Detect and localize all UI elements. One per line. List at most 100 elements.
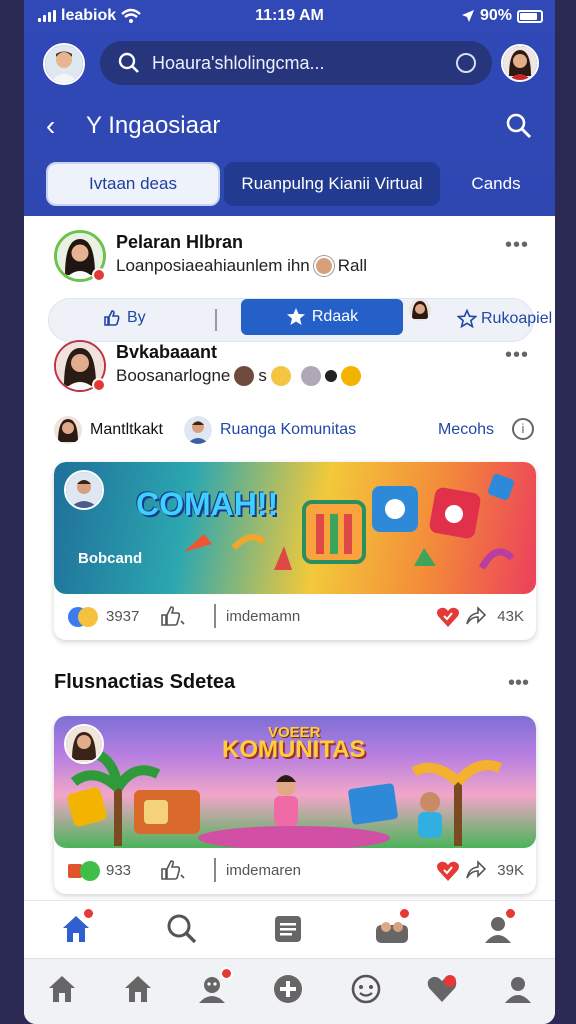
card-banner: VOEER KOMUNITAS — [54, 716, 536, 848]
nav-profile[interactable] — [478, 907, 518, 949]
community-user-name: Mantltkakt — [90, 421, 163, 438]
section-title: Flusnactias Sdetea — [54, 671, 236, 693]
heart-icon[interactable] — [436, 860, 460, 882]
like-button[interactable]: By — [103, 309, 146, 327]
post-action-bar: By Rdaak Rukoapiel — [48, 298, 552, 342]
share-label: Rukoapiel — [481, 310, 553, 327]
comments-label[interactable]: imdemamn — [226, 608, 300, 625]
thumbs-up-icon[interactable] — [160, 605, 186, 627]
post-author-name: Bvkabaaant — [116, 342, 218, 362]
notification-badge — [398, 907, 411, 920]
star-outline-icon — [457, 309, 477, 329]
reaction-count: 3937 — [106, 608, 140, 625]
nav-create[interactable] — [268, 969, 308, 1009]
more-options-icon[interactable]: ••• — [508, 672, 529, 695]
smiley-icon — [351, 974, 381, 1004]
action-separator — [215, 309, 217, 331]
nav-friends[interactable] — [192, 967, 233, 1009]
nav-feed[interactable] — [268, 909, 308, 949]
share-button[interactable]: Rukoapiel — [457, 309, 552, 329]
search-icon[interactable] — [505, 112, 533, 140]
banner-caption: Bobcand — [78, 550, 143, 567]
stats-separator — [214, 858, 216, 882]
search-icon — [118, 52, 139, 73]
post-subtitle-text: Loanposiaeahiaunlem ihn — [116, 256, 310, 275]
battery-percent: 90% — [479, 7, 512, 24]
share-count: 43K — [497, 608, 524, 625]
card-author-avatar[interactable] — [64, 470, 104, 510]
post-subtitle-extra: s — [258, 366, 267, 385]
nav-favorites[interactable] — [422, 969, 462, 1009]
share-count: 39K — [497, 862, 524, 879]
group-avatar[interactable] — [184, 416, 212, 444]
notification-badge — [82, 907, 95, 920]
list-icon — [275, 916, 301, 942]
battery-icon — [517, 9, 543, 23]
post-subtitle-text: Boosanarlogne — [116, 366, 231, 385]
nav-group[interactable] — [372, 907, 412, 949]
card-stats: 933 imdemaren 39K — [54, 848, 536, 894]
tagged-user-avatar — [270, 366, 291, 386]
tab-virtual-room[interactable]: Ruanpulng Kianii Virtual — [224, 162, 440, 206]
emoji-icon — [340, 366, 361, 386]
status-bar: leabiok 11:19 AM 90% — [24, 0, 555, 32]
store-icon — [125, 976, 151, 1002]
tab-cands[interactable]: Cands — [446, 162, 546, 206]
tagged-user-avatar — [313, 256, 334, 276]
reaction-icon — [68, 861, 100, 881]
community-card[interactable]: COMAH!! Bobcand 3937 imdemamn 43K — [54, 462, 536, 640]
profile-avatar[interactable] — [43, 43, 85, 85]
community-row: Mantltkakt Ruanga Komunitas Mecohs i — [54, 416, 534, 446]
nav-account[interactable] — [498, 969, 538, 1009]
heart-icon — [427, 975, 457, 1002]
notification-badge — [220, 967, 233, 980]
app-screen: leabiok 11:19 AM 90% ‹ — [24, 0, 555, 1024]
nav-home-2[interactable] — [42, 969, 82, 1009]
star-icon — [286, 308, 305, 325]
nav-home[interactable] — [56, 907, 96, 949]
reactor-avatar — [409, 299, 431, 321]
card-stats: 3937 imdemamn 43K — [54, 594, 536, 640]
community-card[interactable]: VOEER KOMUNITAS 933 imdemaren 39K — [54, 716, 536, 894]
community-group-link[interactable]: Ruanga Komunitas — [220, 421, 356, 439]
thumbs-up-icon[interactable] — [160, 859, 186, 881]
post-subtitle: Loanposiaeahiaunlem ihn Rall — [116, 256, 367, 276]
heart-icon[interactable] — [436, 606, 460, 628]
user-avatar[interactable] — [54, 416, 82, 444]
nav-search[interactable] — [162, 909, 202, 949]
post-author-name: Pelaran Hlbran — [116, 232, 244, 252]
banner-title: KOMUNITAS — [222, 736, 366, 763]
contact-avatar[interactable] — [501, 44, 539, 82]
card-author-avatar[interactable] — [64, 724, 104, 764]
share-icon[interactable] — [464, 605, 486, 627]
tab-ideas[interactable]: Ivtaan deas — [46, 162, 220, 206]
status-right: 90% — [461, 7, 543, 25]
app-header: leabiok 11:19 AM 90% ‹ — [24, 0, 555, 216]
banner-title: COMAH!! — [136, 486, 279, 522]
community-more-link[interactable]: Mecohs — [438, 421, 494, 439]
star-button[interactable]: Rdaak — [241, 299, 403, 335]
search-bar[interactable] — [100, 41, 492, 85]
star-label: Rdaak — [311, 308, 359, 325]
plus-icon — [274, 975, 302, 1003]
comments-label[interactable]: imdemaren — [226, 862, 301, 879]
online-badge — [92, 378, 106, 392]
search-icon — [167, 914, 197, 944]
more-options-icon[interactable]: ••• — [505, 344, 529, 367]
clear-search-icon[interactable] — [456, 53, 476, 73]
nav-market[interactable] — [118, 969, 158, 1009]
tagged-user-avatar — [300, 366, 321, 386]
user-icon — [505, 977, 531, 1003]
search-input[interactable] — [152, 52, 442, 74]
more-options-icon[interactable]: ••• — [505, 234, 529, 257]
home-icon — [49, 976, 75, 1002]
back-arrow-icon[interactable]: ‹ — [46, 110, 55, 142]
feed: Pelaran Hlbran Loanposiaeahiaunlem ihn R… — [24, 216, 555, 900]
info-icon[interactable]: i — [512, 418, 534, 440]
tab-bar: Ivtaan deas Ruanpulng Kianii Virtual Can… — [24, 162, 555, 208]
nav-emoji[interactable] — [346, 969, 386, 1009]
location-icon — [461, 10, 474, 22]
thumbs-up-icon — [104, 310, 120, 326]
bottom-nav-bar — [24, 958, 555, 1024]
share-icon[interactable] — [464, 859, 486, 881]
